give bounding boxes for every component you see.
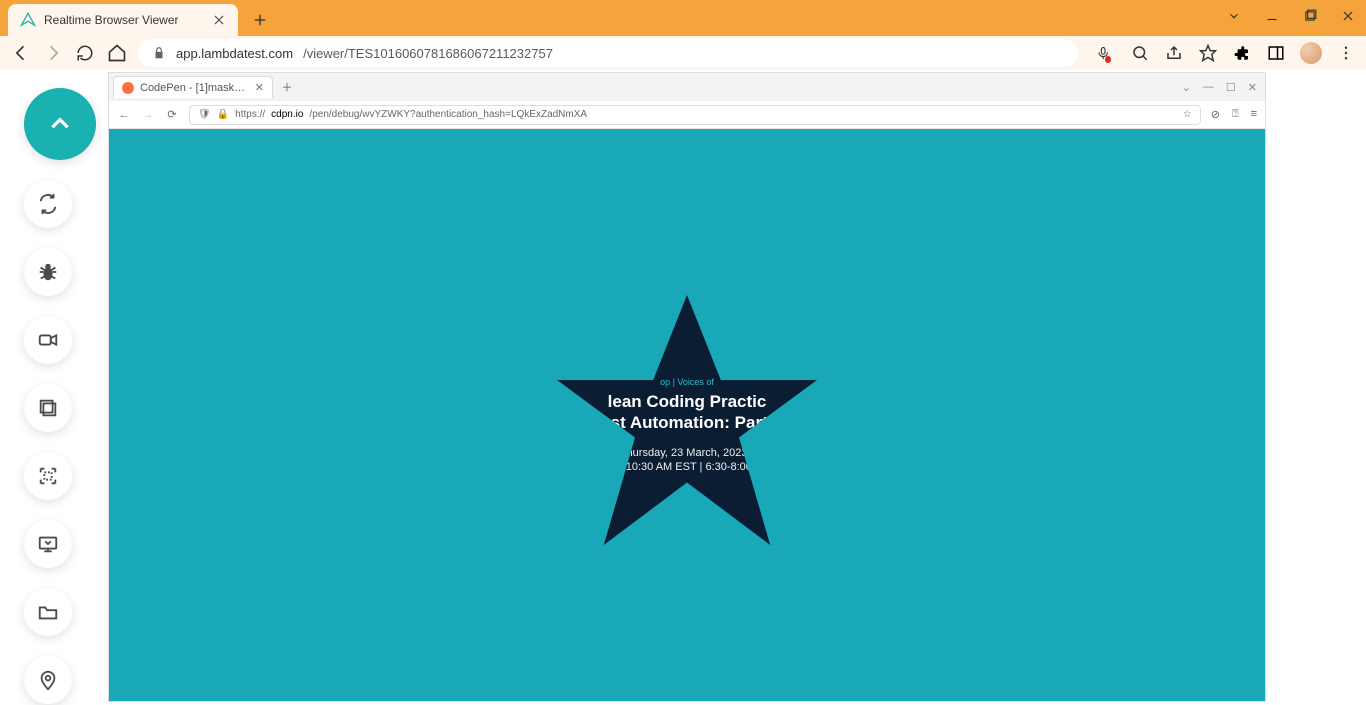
masked-star: op | Voices of lean Coding Practic Test … [557, 295, 817, 545]
outer-new-tab-button[interactable] [246, 6, 274, 34]
inner-minimize-button[interactable]: — [1203, 81, 1214, 94]
outer-window-controls [1224, 6, 1358, 26]
reload-button[interactable] [74, 42, 96, 64]
inner-browser-window: CodePen - [1]mask-image ✕ ＋ ⌄ — ☐ ✕ ← → … [108, 72, 1266, 702]
video-icon [37, 329, 59, 351]
bug-icon [37, 261, 59, 283]
outer-maximize-button[interactable] [1300, 6, 1320, 26]
inner-back-button[interactable]: ← [117, 109, 131, 121]
plus-icon [252, 12, 268, 28]
inner-bookmark-button[interactable]: ☆ [1183, 109, 1192, 120]
outer-actions [1088, 42, 1356, 64]
mic-blocked-badge-icon [1105, 56, 1111, 63]
chevron-up-icon [47, 111, 73, 137]
zoom-icon [1131, 44, 1149, 62]
outer-tab-close-icon[interactable] [212, 13, 226, 27]
folder-icon [37, 601, 59, 623]
kebab-menu-button[interactable] [1336, 43, 1356, 63]
profile-avatar[interactable] [1300, 42, 1322, 64]
event-tag: op | Voices of [660, 377, 714, 387]
inner-menu-button[interactable]: ≡ [1251, 108, 1257, 121]
gallery-icon [37, 397, 59, 419]
outer-tabstrip: Realtime Browser Viewer [0, 0, 1366, 36]
inner-tab-title: CodePen - [1]mask-image [140, 82, 249, 94]
sidebar-projector-button[interactable] [24, 520, 72, 568]
inner-chevron-down-button[interactable]: ⌄ [1182, 81, 1191, 94]
reload-icon [76, 44, 94, 62]
shield-icon: 🛡 [198, 109, 211, 120]
sidebar-video-button[interactable] [24, 316, 72, 364]
sidebar-switch-button[interactable] [24, 180, 72, 228]
minimize-icon [1265, 9, 1279, 23]
switch-icon [37, 193, 59, 215]
home-button[interactable] [106, 42, 128, 64]
zoom-button[interactable] [1130, 43, 1150, 63]
viewport: CodePen - [1]mask-image ✕ ＋ ⌄ — ☐ ✕ ← → … [0, 70, 1366, 705]
outer-toolbar: app.lambdatest.com/viewer/TES10160607816… [0, 36, 1366, 70]
projector-icon [37, 533, 59, 555]
sidebar-bug-button[interactable] [24, 248, 72, 296]
outer-tab-active[interactable]: Realtime Browser Viewer [8, 4, 238, 36]
codepen-favicon-icon [122, 82, 134, 94]
inner-toolbar: ← → ⟳ 🛡 🔒 https:// cdpn.io/pen/debug/wvYZ… [109, 101, 1265, 129]
kebab-icon [1337, 44, 1355, 62]
sidebar-location-button[interactable] [24, 656, 72, 704]
event-date: hursday, 23 March, 2023 [627, 447, 748, 459]
share-icon [1165, 44, 1183, 62]
sidebar-gallery-button[interactable] [24, 384, 72, 432]
outer-tab-title: Realtime Browser Viewer [44, 13, 204, 27]
outer-url-host: app.lambdatest.com [176, 46, 293, 61]
location-icon [37, 669, 59, 691]
inner-lock-icon: 🔒 [217, 109, 229, 120]
star-icon [1199, 44, 1217, 62]
masked-star-container: op | Voices of lean Coding Practic Test … [557, 295, 817, 545]
inner-toolbar-right: ⊘ ⍰ ≡ [1211, 108, 1257, 121]
outer-chevron-down-button[interactable] [1224, 6, 1244, 26]
bookmark-button[interactable] [1198, 43, 1218, 63]
puzzle-icon [1233, 44, 1251, 62]
inner-window-controls: ⌄ — ☐ ✕ [1182, 81, 1265, 94]
inner-close-button[interactable]: ✕ [1248, 81, 1257, 94]
inner-tab-active[interactable]: CodePen - [1]mask-image ✕ [113, 76, 273, 98]
outer-close-button[interactable] [1338, 6, 1358, 26]
arrow-right-icon [43, 43, 63, 63]
inner-url-host: cdpn.io [271, 109, 303, 120]
inner-content: op | Voices of lean Coding Practic Test … [109, 129, 1265, 701]
back-button[interactable] [10, 42, 32, 64]
event-heading: lean Coding Practic Test Automation: Par… [592, 391, 782, 434]
arrow-left-icon [11, 43, 31, 63]
outer-minimize-button[interactable] [1262, 6, 1282, 26]
inner-tab-close-icon[interactable]: ✕ [255, 81, 264, 94]
maximize-icon [1303, 9, 1317, 23]
inner-forward-button[interactable]: → [141, 109, 155, 121]
sidepanel-button[interactable] [1266, 43, 1286, 63]
forward-button[interactable] [42, 42, 64, 64]
event-time: -10:30 AM EST | 6:30-8:00 [622, 461, 752, 473]
sidepanel-icon [1267, 44, 1285, 62]
sidebar-resolution-button[interactable] [24, 452, 72, 500]
inner-new-tab-button[interactable]: ＋ [277, 79, 297, 95]
inner-pocket-button[interactable]: ⊘ [1211, 108, 1220, 121]
outer-omnibox[interactable]: app.lambdatest.com/viewer/TES10160607816… [138, 39, 1078, 67]
sidebar-collapse-button[interactable] [24, 88, 96, 160]
lambdatest-favicon-icon [20, 12, 36, 28]
inner-reload-button[interactable]: ⟳ [165, 108, 179, 121]
inner-urlbar[interactable]: 🛡 🔒 https:// cdpn.io/pen/debug/wvYZWKY?au… [189, 105, 1201, 125]
mic-button[interactable] [1096, 43, 1116, 63]
inner-url-rest: /pen/debug/wvYZWKY?authentication_hash=L… [309, 109, 587, 120]
inner-maximize-button[interactable]: ☐ [1226, 81, 1236, 94]
sidebar-files-button[interactable] [24, 588, 72, 636]
home-icon [107, 43, 127, 63]
close-icon [1341, 9, 1355, 23]
inner-account-button[interactable]: ⍰ [1232, 108, 1239, 121]
inner-url-prefix: https:// [235, 109, 265, 120]
resolution-icon [37, 465, 59, 487]
chevron-down-icon [1227, 9, 1241, 23]
inner-tabstrip: CodePen - [1]mask-image ✕ ＋ ⌄ — ☐ ✕ [109, 73, 1265, 101]
lt-sidebar [24, 88, 96, 705]
lock-icon [152, 46, 166, 60]
extensions-button[interactable] [1232, 43, 1252, 63]
share-button[interactable] [1164, 43, 1184, 63]
outer-url-path: /viewer/TES1016060781686067211232757 [303, 46, 553, 61]
